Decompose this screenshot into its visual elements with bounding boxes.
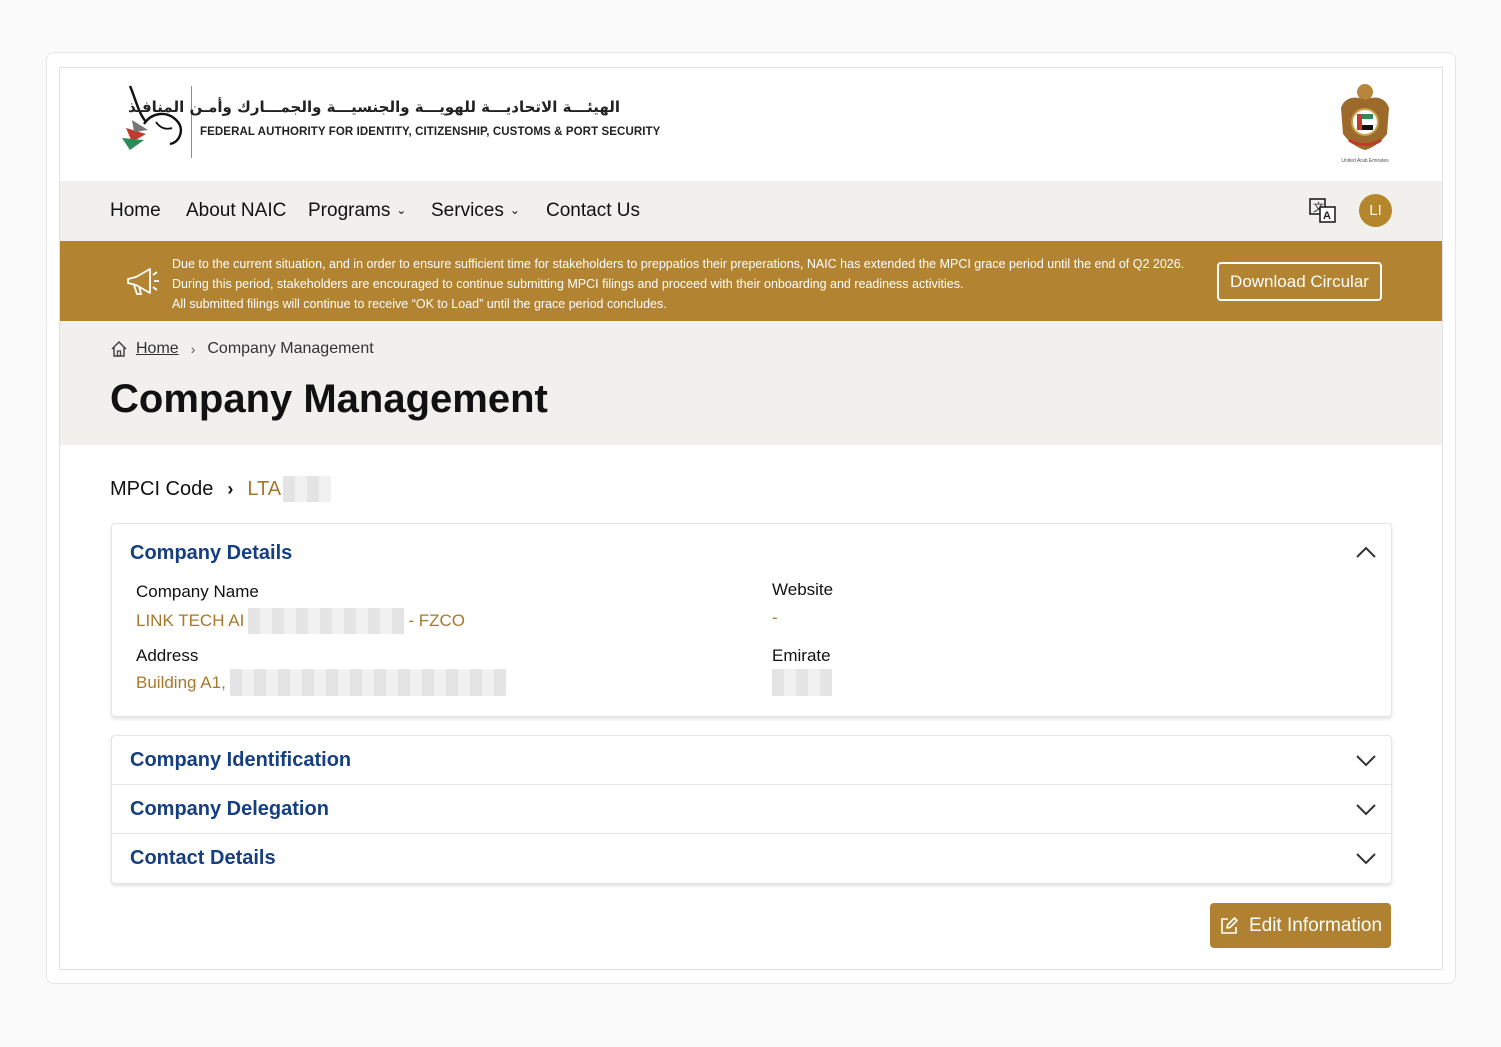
nav-item-home[interactable]: Home (110, 200, 161, 222)
announcement-banner: Due to the current situation, and in ord… (60, 241, 1442, 321)
banner-message: Due to the current situation, and in ord… (172, 254, 1184, 314)
address-label: Address (136, 646, 199, 665)
svg-text:A: A (1323, 210, 1331, 222)
uae-emblem: United Arab Emirates (1335, 78, 1395, 164)
accordion-company-delegation[interactable]: Company Delegation (112, 785, 1391, 834)
company-details-card: Company Details Company Name LINK TECH A… (111, 523, 1392, 717)
chevron-down-icon: ⌄ (396, 203, 407, 217)
nav-item-contact[interactable]: Contact Us (546, 200, 640, 222)
breadcrumb: Home › Company Management (110, 340, 374, 358)
accordion-title: Company Identification (130, 749, 352, 771)
nav-item-services[interactable]: Services ⌄ (431, 200, 520, 222)
redacted-block (229, 669, 506, 696)
breadcrumb-home-link[interactable]: Home (136, 340, 179, 358)
site-header: الهيئـــة الاتحاديـــة للهويـــة والجنسي… (60, 68, 1442, 181)
translate-icon[interactable]: 文 A (1308, 197, 1338, 225)
banner-line: During this period, stakeholders are enc… (172, 277, 964, 291)
edit-information-button[interactable]: Edit Information (1210, 903, 1391, 948)
page-title: Company Management (110, 377, 548, 421)
nav-item-programs[interactable]: Programs ⌄ (308, 200, 406, 222)
mpci-code-value: LTA (247, 477, 282, 500)
user-avatar[interactable]: LI (1359, 194, 1392, 227)
megaphone-icon (127, 268, 159, 295)
falcon-logo-icon[interactable] (116, 82, 188, 158)
company-details-title[interactable]: Company Details (130, 542, 292, 565)
download-circular-button[interactable]: Download Circular (1217, 262, 1382, 301)
company-name-label: Company Name (136, 582, 259, 601)
chevron-up-icon[interactable] (1355, 545, 1377, 559)
redacted-block (248, 608, 405, 634)
accordion-title: Contact Details (130, 847, 276, 869)
website-value: - (772, 608, 778, 627)
accordion-contact-details[interactable]: Contact Details (112, 834, 1391, 883)
chevron-down-icon (1356, 853, 1376, 865)
chevron-down-icon (1356, 804, 1376, 816)
mpci-code-row: MPCI Code › LTA (110, 476, 332, 502)
banner-line: Due to the current situation, and in ord… (172, 257, 1185, 271)
nav-item-about[interactable]: About NAIC (186, 200, 286, 222)
chevron-down-icon: ⌄ (509, 203, 520, 217)
edit-button-label: Edit Information (1248, 914, 1383, 936)
accordion-group: Company Identification Company Delegatio… (111, 735, 1392, 884)
emirate-label: Emirate (772, 646, 831, 665)
page-header: Home › Company Management Company Manage… (60, 321, 1442, 445)
chevron-right-icon: › (227, 478, 234, 499)
home-icon[interactable] (110, 340, 128, 358)
accordion-title: Company Delegation (130, 798, 329, 820)
redacted-block (772, 669, 832, 696)
logo-arabic-text: الهيئـــة الاتحاديـــة للهويـــة والجنسي… (128, 98, 620, 116)
edit-icon (1221, 916, 1238, 934)
logo-english-text: FEDERAL AUTHORITY FOR IDENTITY, CITIZENS… (200, 126, 661, 138)
chevron-right-icon: › (190, 341, 196, 357)
banner-line: All submitted filings will continue to r… (172, 297, 667, 311)
accordion-company-identification[interactable]: Company Identification (112, 736, 1391, 785)
mpci-code-label: MPCI Code (110, 477, 214, 500)
browser-page: الهيئـــة الاتحاديـــة للهويـــة والجنسي… (59, 67, 1443, 970)
emblem-caption: United Arab Emirates (1341, 158, 1389, 164)
uae-falcon-emblem-icon (1341, 84, 1389, 150)
emirate-value (772, 669, 832, 696)
address-value: Building A1, (136, 669, 506, 696)
website-label: Website (772, 580, 834, 599)
redacted-block (283, 476, 332, 502)
main-nav: Home About NAIC Programs ⌄ Services ⌄ Cont… (60, 181, 1442, 241)
company-name-value: LINK TECH AI - FZCO (136, 608, 465, 634)
breadcrumb-current: Company Management (207, 340, 374, 357)
chevron-down-icon (1356, 755, 1376, 767)
logo-divider (191, 86, 192, 158)
